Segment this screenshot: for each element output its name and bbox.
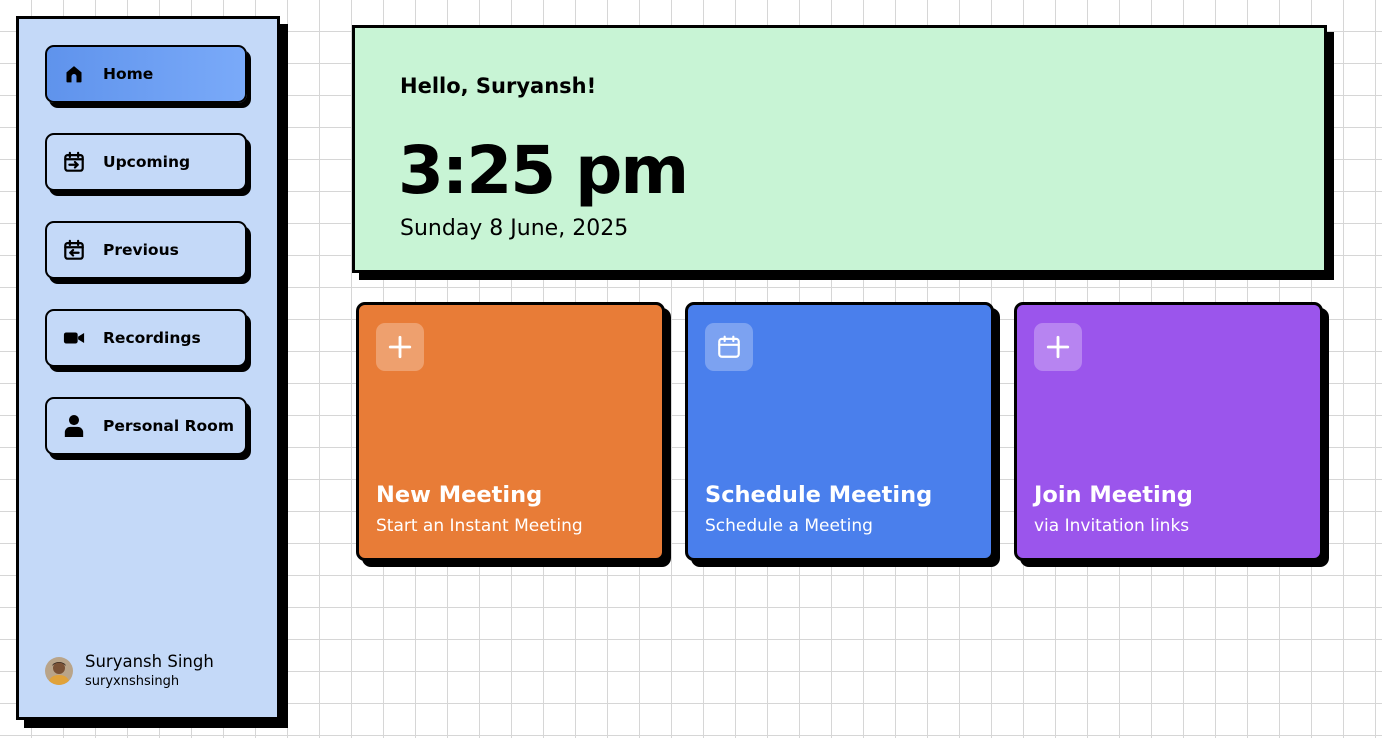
join-meeting-card[interactable]: Join Meeting via Invitation links bbox=[1014, 302, 1323, 561]
avatar bbox=[45, 657, 73, 685]
video-camera-icon bbox=[63, 327, 85, 349]
sidebar-item-label: Personal Room bbox=[103, 417, 234, 435]
calendar-icon bbox=[705, 323, 753, 371]
card-title: New Meeting bbox=[376, 482, 543, 508]
user-icon bbox=[63, 415, 85, 437]
current-date: Sunday 8 June, 2025 bbox=[400, 216, 629, 241]
new-meeting-card[interactable]: New Meeting Start an Instant Meeting bbox=[356, 302, 665, 561]
user-name: Suryansh Singh bbox=[85, 652, 214, 671]
sidebar-item-previous[interactable]: Previous bbox=[45, 221, 247, 279]
sidebar: Home Upcoming Previous Recordings Person… bbox=[16, 16, 280, 720]
home-icon bbox=[63, 63, 85, 85]
greeting-text: Hello, Suryansh! bbox=[400, 74, 597, 98]
card-subtitle: Schedule a Meeting bbox=[705, 516, 873, 536]
sidebar-item-label: Upcoming bbox=[103, 153, 191, 171]
card-subtitle: via Invitation links bbox=[1034, 516, 1190, 536]
greeting-banner: Hello, Suryansh! 3:25 pm Sunday 8 June, … bbox=[352, 25, 1327, 273]
card-title: Schedule Meeting bbox=[705, 482, 933, 508]
plus-icon bbox=[1034, 323, 1082, 371]
user-handle: suryxnshsingh bbox=[85, 674, 180, 689]
sidebar-item-label: Recordings bbox=[103, 329, 201, 347]
card-subtitle: Start an Instant Meeting bbox=[376, 516, 583, 536]
calendar-previous-icon bbox=[63, 239, 85, 261]
sidebar-item-recordings[interactable]: Recordings bbox=[45, 309, 247, 367]
calendar-upcoming-icon bbox=[63, 151, 85, 173]
sidebar-item-label: Previous bbox=[103, 241, 179, 259]
sidebar-item-upcoming[interactable]: Upcoming bbox=[45, 133, 247, 191]
card-title: Join Meeting bbox=[1034, 482, 1193, 508]
schedule-meeting-card[interactable]: Schedule Meeting Schedule a Meeting bbox=[685, 302, 994, 561]
sidebar-item-label: Home bbox=[103, 65, 154, 83]
current-time: 3:25 pm bbox=[398, 132, 689, 209]
plus-icon bbox=[376, 323, 424, 371]
sidebar-item-home[interactable]: Home bbox=[45, 45, 247, 103]
user-profile[interactable]: Suryansh Singh suryxnshsingh bbox=[45, 651, 214, 691]
sidebar-item-personal-room[interactable]: Personal Room bbox=[45, 397, 247, 455]
